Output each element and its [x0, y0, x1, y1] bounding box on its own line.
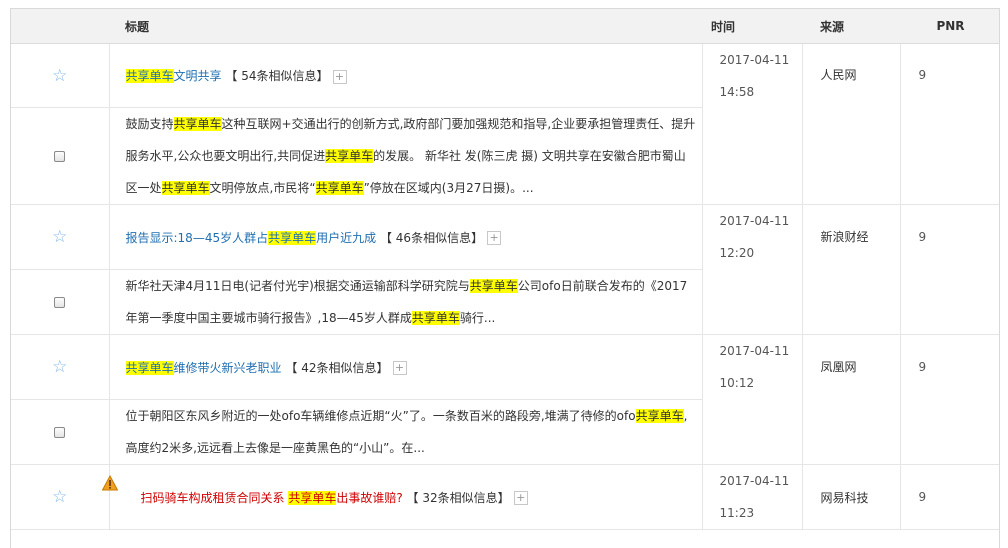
star-outline-icon[interactable]: ☆ — [52, 357, 67, 377]
table-row: ☆ 共享单车文明共享 【 54条相似信息】 + 2017-04-11 14:58 人… — [11, 43, 999, 205]
news-source: 人民网 — [820, 68, 857, 82]
news-title-link[interactable]: 扫码骑车构成租赁合同关系 共享单车出事故谁赔? — [141, 490, 403, 505]
publish-time: 14:58 — [719, 85, 755, 99]
publish-date: 2017-04-11 — [719, 214, 790, 228]
news-title-link[interactable]: 共享单车维修带火新兴老职业 — [125, 360, 282, 375]
plus-box-icon[interactable]: + — [392, 361, 407, 375]
publish-time: 10:12 — [719, 376, 755, 390]
news-source: 新浪财经 — [820, 230, 869, 244]
news-source: 凤凰网 — [820, 360, 857, 374]
similar-count[interactable]: 【 46条相似信息】 — [380, 231, 483, 245]
table-header-row: 标题 时间 来源 PNR — [11, 9, 999, 44]
pnr-value: 9 — [918, 360, 927, 374]
news-snippet: 位于朝阳区东风乡附近的一处ofo车辆维修点近期“火”了。一条数百米的路段旁,堆满… — [125, 409, 688, 455]
checkbox-icon[interactable] — [54, 297, 66, 308]
news-results-panel: 标题 时间 来源 PNR ☆ 共享单车文明共享 【 54条相似信息】 + 2017… — [10, 8, 1000, 548]
header-select — [11, 9, 109, 44]
news-snippet: 新华社天津4月11日电(记者付光宇)根据交通运输部科学研究院与共享单车公司ofo… — [125, 279, 688, 325]
news-title-cell: 共享单车维修带火新兴老职业 【 42条相似信息】 + — [109, 334, 703, 400]
news-source: 网易科技 — [802, 464, 901, 530]
header-time[interactable]: 时间 — [702, 9, 802, 44]
plus-box-icon[interactable]: + — [332, 69, 347, 84]
star-outline-icon[interactable]: ☆ — [52, 227, 67, 247]
warning-triangle-icon — [102, 475, 118, 491]
publish-date: 2017-04-11 — [719, 53, 790, 67]
table-row: ☆ 报告显示:18—45岁人群占共享单车用户近九成 【 46条相似信息】 + 20… — [11, 204, 999, 335]
news-title-link[interactable]: 报告显示:18—45岁人群占共享单车用户近九成 — [126, 230, 376, 245]
table-row: ☆ 扫码骑车构成租赁合同关系 共享单车出事故谁赔? 【 32条相似信息】 + 20… — [11, 464, 999, 530]
checkbox-icon[interactable] — [54, 427, 66, 438]
pnr-value: 9 — [918, 68, 927, 82]
news-title-link[interactable]: 共享单车文明共享 — [125, 69, 222, 83]
publish-time: 12:20 — [719, 246, 755, 260]
plus-box-icon[interactable]: + — [513, 491, 528, 505]
similar-count[interactable]: 【 32条相似信息】 — [407, 491, 510, 505]
plus-box-icon[interactable]: + — [487, 231, 502, 245]
star-outline-icon[interactable]: ☆ — [52, 66, 67, 86]
similar-count[interactable]: 【 42条相似信息】 — [285, 361, 388, 375]
publish-date: 2017-04-11 — [719, 474, 790, 488]
pnr-value: 9 — [900, 464, 999, 530]
publish-date: 2017-04-11 — [719, 344, 790, 358]
news-title-cell: 共享单车文明共享 【 54条相似信息】 + — [109, 43, 703, 108]
header-title[interactable]: 标题 — [109, 9, 702, 44]
similar-count[interactable]: 【 54条相似信息】 — [225, 69, 328, 83]
header-source[interactable]: 来源 — [802, 9, 900, 44]
header-pnr[interactable]: PNR — [900, 9, 999, 44]
star-outline-icon[interactable]: ☆ — [52, 487, 67, 507]
news-title-cell: 扫码骑车构成租赁合同关系 共享单车出事故谁赔? 【 32条相似信息】 + — [109, 464, 703, 530]
publish-time: 11:23 — [719, 506, 755, 520]
news-snippet: 鼓励支持共享单车这种互联网+交通出行的创新方式,政府部门要加强规范和指导,企业要… — [125, 117, 696, 195]
news-title-cell: 报告显示:18—45岁人群占共享单车用户近九成 【 46条相似信息】 + — [109, 204, 703, 270]
checkbox-icon[interactable] — [54, 151, 66, 162]
news-results-table: 标题 时间 来源 PNR ☆ 共享单车文明共享 【 54条相似信息】 + 2017… — [11, 9, 999, 530]
table-row: ☆ 共享单车维修带火新兴老职业 【 42条相似信息】 + 2017-04-11 10… — [11, 334, 999, 465]
pnr-value: 9 — [918, 230, 927, 244]
